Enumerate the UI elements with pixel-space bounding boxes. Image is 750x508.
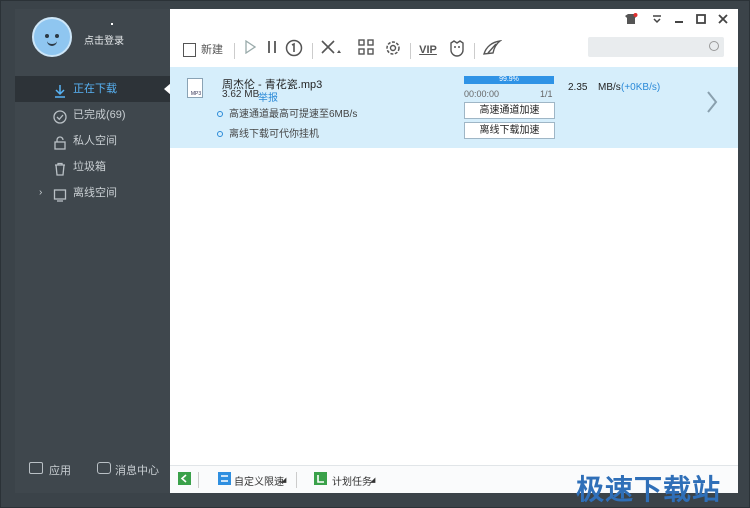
toolbar-divider [410,43,411,59]
time-remaining: 00:00:00 [464,89,500,99]
sidebar-item-label: 离线空间 [73,187,117,199]
sidebar-item-offline[interactable]: › 离线空间 [15,180,170,206]
priority-button[interactable] [284,39,304,61]
mascot-button[interactable] [446,39,468,61]
file-size: 3.62 MB [222,89,260,100]
chevron-right-icon[interactable] [706,91,718,113]
maximize-icon[interactable] [694,13,708,27]
close-icon[interactable] [716,13,730,27]
lock-icon [53,134,67,150]
avatar[interactable] [32,17,72,57]
speed-boost: (+0KB/s) [621,82,661,93]
apps-icon[interactable] [29,462,43,474]
highspeed-accelerate-button[interactable]: 高速通道加速 [464,102,555,119]
message-center-button[interactable]: 消息中心 [115,462,159,478]
speed-wing-button[interactable] [480,39,504,61]
download-arrow-icon [53,82,67,98]
toolbar-divider [234,43,235,59]
speed-limit-icon[interactable] [218,472,231,485]
search-input[interactable] [588,37,724,57]
sidebar-item-label: 正在下载 [73,83,117,95]
chevron-right-icon[interactable]: › [39,180,42,206]
dropdown-arrow-icon[interactable]: ◢ [281,476,286,484]
statusbar-divider [198,472,199,488]
bullet-icon [217,131,223,138]
avatar-eye-left [45,34,49,38]
toolbar-divider [312,43,313,59]
sidebar-item-downloading[interactable]: 正在下载 [15,76,171,102]
sidebar-item-label: 私人空间 [73,135,117,147]
settings-gear-button[interactable] [382,39,404,61]
custom-speed-limit-button[interactable]: 自定义限速 [234,473,284,488]
download-speed: 2.35 [568,82,588,93]
sidebar-item-trash[interactable]: 垃圾箱 [15,154,170,180]
grid-view-button[interactable] [356,39,376,61]
minimize-icon[interactable] [672,13,686,27]
sidebar-item-label: 已完成(69) [73,109,126,121]
scheduled-task-button[interactable]: 计划任务 [332,473,372,488]
menu-icon[interactable] [650,13,664,27]
check-circle-icon [53,108,67,124]
new-task-button[interactable]: 新建 [180,39,226,61]
profile-area: 点击登录 [15,9,170,74]
progress-text: 99.9% [499,76,519,83]
sidebar: 点击登录 正在下载 已完成(69) 私人空间 垃圾箱 › 离线空间 应用 消息中… [15,9,171,493]
hint-text: 离线下载可代你挂机 [229,129,319,140]
skin-icon[interactable] [624,13,638,27]
sidebar-item-label: 垃圾箱 [73,161,106,173]
file-ext-label: MP3 [190,91,202,97]
hint-offline: 离线下载可代你挂机 [217,125,319,140]
trash-icon [53,160,67,176]
offline-space-icon [53,186,67,202]
notification-dot [111,23,113,25]
avatar-mouth [47,41,57,46]
report-link[interactable]: 举报 [258,89,278,104]
bullet-icon [217,111,223,118]
pause-button[interactable] [262,39,282,61]
sidebar-item-private[interactable]: 私人空间 [15,128,170,154]
login-link[interactable]: 点击登录 [84,32,124,47]
sidebar-footer: 应用 消息中心 [15,457,170,481]
sidebar-nav: 正在下载 已完成(69) 私人空间 垃圾箱 › 离线空间 [15,76,171,206]
schedule-icon[interactable] [314,472,327,485]
sidebar-item-completed[interactable]: 已完成(69) [15,102,170,128]
toolbar-divider [474,43,475,59]
apps-button[interactable]: 应用 [49,462,71,478]
new-file-icon [183,43,196,58]
progress-bar: 99.9% [464,76,554,84]
hint-text: 高速通道最高可提速至6MB/s [229,109,358,120]
collapse-arrow-icon[interactable] [178,472,191,485]
status-bar: 自定义限速 ◢ 计划任务 ◢ 极速下载站 [170,465,738,505]
message-icon[interactable] [97,462,111,474]
avatar-eye-right [55,34,59,38]
offline-accelerate-button[interactable]: 离线下载加速 [464,122,555,139]
hint-highspeed: 高速通道最高可提速至6MB/s [217,105,357,120]
search-icon[interactable] [709,41,719,51]
start-button[interactable] [240,39,260,61]
vip-button[interactable]: VIP [416,39,440,61]
download-row[interactable]: MP3 周杰伦 - 青花瓷.mp3 3.62 MB 举报 高速通道最高可提速至6… [170,67,738,148]
watermark: 极速下载站 [576,474,722,505]
dropdown-arrow-icon[interactable]: ◢ [370,476,375,484]
app-window: 点击登录 正在下载 已完成(69) 私人空间 垃圾箱 › 离线空间 应用 消息中… [0,0,750,508]
main-panel: 新建 VIP MP3 周杰伦 - 青花瓷.mp3 3.62 MB 举报 高速通道… [170,9,738,505]
new-task-label: 新建 [201,44,223,56]
speed-unit: MB/s [598,82,621,93]
statusbar-divider [296,472,297,488]
delete-button[interactable] [318,39,344,61]
music-file-icon: MP3 [187,78,203,98]
task-count: 1/1 [540,89,553,99]
